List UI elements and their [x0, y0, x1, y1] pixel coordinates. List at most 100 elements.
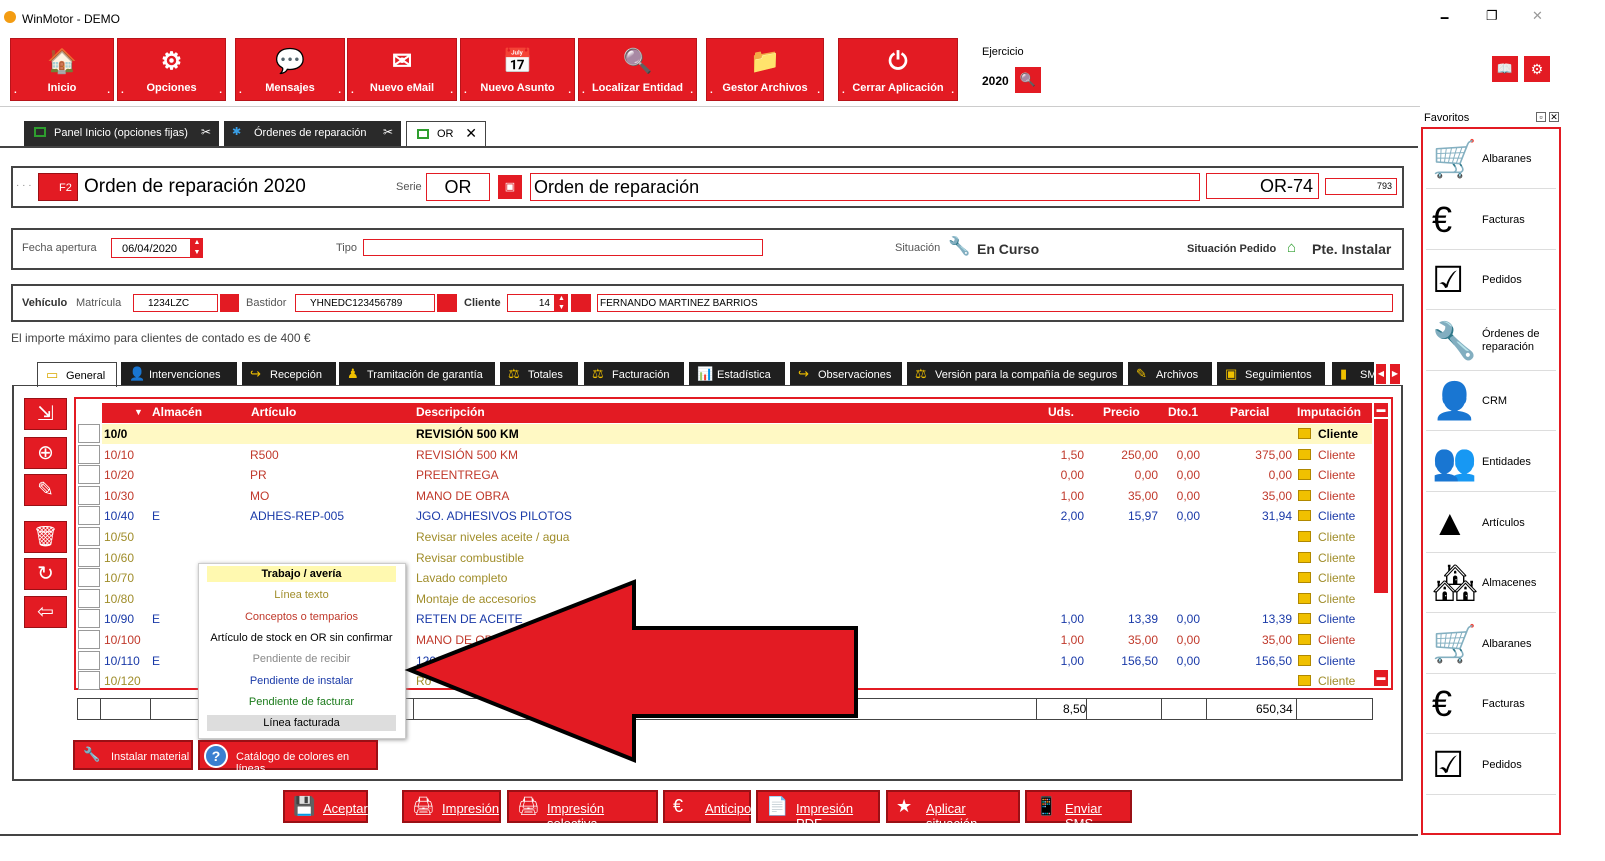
row-selector[interactable] — [78, 485, 100, 505]
tab-or[interactable]: OR ✕ — [406, 121, 486, 146]
cliente-num-field[interactable]: 14 — [507, 294, 555, 312]
toolbar-button-nuevo-email[interactable]: ✉ Nuevo eMail.. — [347, 38, 457, 101]
favorito-pedidos[interactable]: ☑ Pedidos — [1426, 252, 1556, 311]
favoritos-close-icon[interactable]: ✕ — [1549, 112, 1559, 122]
tab-panel-inicio[interactable]: Panel Inicio (opciones fijas) ✂ — [24, 121, 219, 146]
bottom-button-aplicar-situaci-n[interactable]: ★ Aplicar situación — [886, 790, 1020, 831]
favorito-albaranes[interactable]: 🛒 Albaranes — [1426, 131, 1556, 189]
delete-line-button[interactable]: 🗑 — [24, 521, 67, 553]
scroll-thumb[interactable] — [1374, 419, 1388, 593]
minimize-button[interactable]: 🗕 — [1440, 8, 1449, 30]
row-selector[interactable] — [78, 424, 100, 443]
fecha-spinner[interactable]: ▲ ▼ — [191, 238, 203, 258]
close-button[interactable]: ✕ — [1532, 8, 1543, 24]
row-selector[interactable] — [78, 568, 100, 588]
toolbar-button-nuevo-asunto[interactable]: 📅 Nuevo Asunto.. — [460, 38, 575, 101]
book-icon-button[interactable]: 📖 — [1492, 56, 1518, 82]
bottom-button-impresi-n-pdf[interactable]: 📄 Impresión PDF — [756, 790, 880, 831]
subtab-tramitaci-n-de-garant-a[interactable]: ♟ Tramitación de garantía — [339, 362, 495, 386]
table-row[interactable]: 10/30 MO MANO DE OBRA 1,00 35,00 0,00 35,00 Cli… — [102, 486, 1372, 506]
table-row[interactable]: 10/20 PR PREENTREGA 0,00 0,00 0,00 0,00 Cliente — [102, 465, 1372, 485]
table-row[interactable]: 10/10 R500 REVISIÓN 500 KM 1,50 250,00 0,00 37… — [102, 445, 1372, 465]
exit-line-button[interactable]: ⇦ — [24, 596, 67, 628]
bottom-button-anticipo[interactable]: € Anticipo — [663, 790, 751, 823]
col-almacen[interactable]: Almacén — [152, 405, 202, 419]
add-line-button[interactable]: ⊕ — [24, 437, 67, 469]
favorito--rdenes-de-reparaci-n[interactable]: 🔧 Órdenes de reparación — [1426, 313, 1556, 371]
subtab-estad-stica[interactable]: 📊 Estadística — [689, 362, 785, 386]
col-uds[interactable]: Uds. — [1048, 405, 1074, 419]
subtab-scroll-right[interactable]: ▶ — [1390, 364, 1400, 384]
subtab-scroll-left[interactable]: ◀ — [1376, 364, 1386, 384]
bottom-button-aceptar[interactable]: 💾 Aceptar — [283, 790, 368, 823]
row-selector[interactable] — [78, 444, 100, 464]
instalar-material-button[interactable]: 🔧 Instalar material — [73, 740, 193, 770]
grid-scrollbar[interactable]: ▬ ▬ — [1374, 403, 1388, 686]
col-precio[interactable]: Precio — [1103, 405, 1140, 419]
cliente-name-field[interactable]: FERNANDO MARTINEZ BARRIOS — [597, 294, 1393, 312]
subtab-seguimientos[interactable]: ▣ Seguimientos — [1217, 362, 1325, 386]
cliente-lookup-button[interactable] — [571, 294, 591, 312]
bastidor-field[interactable]: YHNEDC123456789 — [295, 294, 435, 312]
favorito-albaranes[interactable]: 🛒 Albaranes — [1426, 616, 1556, 674]
toolbar-button-gestor-archivos[interactable]: 📁 Gestor Archivos.. — [706, 38, 824, 101]
favorito-almacenes[interactable]: 🏘 Almacenes — [1426, 555, 1556, 614]
tab-ordenes[interactable]: ✱ Órdenes de reparación ✂ — [224, 121, 401, 146]
bottom-button-impresi-n-selectiva[interactable]: 🖨 Impresión selectiva — [507, 790, 658, 831]
col-dto[interactable]: Dto.1 — [1168, 405, 1198, 419]
matricula-lookup-button[interactable] — [220, 294, 239, 312]
subtab-general[interactable]: ▭ General — [37, 362, 117, 387]
row-selector[interactable] — [78, 527, 100, 546]
subtab-versi-n-para-la-compa-a-de-seguros[interactable]: ⚖ Versión para la compañía de seguros — [907, 362, 1123, 386]
ejercicio-search-button[interactable]: 🔍 — [1015, 67, 1041, 93]
matricula-field[interactable]: 1234LZC — [133, 294, 218, 312]
subtab-sm[interactable]: ▮ SM — [1332, 362, 1377, 386]
more-dots[interactable]: · · · — [16, 180, 32, 191]
favorito-art-culos[interactable]: ▲ Artículos — [1426, 495, 1556, 553]
catalogo-colores-button[interactable]: ? Catálogo de colores en líneas — [198, 740, 378, 775]
tipo-field[interactable] — [363, 239, 763, 256]
subtab-recepci-n[interactable]: ↪ Recepción — [242, 362, 336, 386]
favorito-entidades[interactable]: 👥 Entidades — [1426, 434, 1556, 492]
toolbar-button-opciones[interactable]: ⚙ Opciones.. — [117, 38, 226, 101]
serie-field[interactable]: OR — [426, 173, 490, 201]
favoritos-pin-icon[interactable]: ▫ — [1536, 112, 1546, 122]
subtab-archivos[interactable]: ✎ Archivos — [1128, 362, 1212, 386]
maximize-button[interactable]: ❐ — [1486, 8, 1498, 24]
pin-icon[interactable]: ✂ — [383, 125, 393, 139]
sort-arrow-icon[interactable]: ▼ — [134, 407, 143, 417]
row-selector[interactable] — [78, 609, 100, 629]
row-selector[interactable] — [78, 465, 100, 485]
edit-line-button[interactable]: ✎ — [24, 474, 67, 506]
bastidor-lookup-button[interactable] — [437, 294, 457, 312]
row-selector[interactable] — [78, 506, 100, 526]
favorito-pedidos[interactable]: ☑ Pedidos — [1426, 737, 1556, 795]
cliente-spinner[interactable]: ▲ ▼ — [555, 294, 568, 312]
subtab-intervenciones[interactable]: 👤 Intervenciones — [121, 362, 237, 386]
row-selector[interactable] — [78, 630, 100, 649]
toolbar-button-inicio[interactable]: 🏠 Inicio.. — [10, 38, 114, 101]
row-selector[interactable] — [78, 588, 100, 608]
row-selector[interactable] — [78, 547, 100, 567]
table-row[interactable]: 10/50 Revisar niveles aceite / agua Client… — [102, 527, 1372, 547]
fecha-field[interactable]: 06/04/2020 — [111, 238, 191, 258]
row-selector[interactable] — [78, 650, 100, 670]
serie-lookup-button[interactable]: ▣ — [498, 175, 522, 199]
favorito-facturas[interactable]: € Facturas — [1426, 676, 1556, 735]
description-field[interactable]: Orden de reparación — [530, 173, 1200, 201]
tree-structure-button[interactable]: ⇲ — [24, 398, 67, 430]
col-articulo[interactable]: Artículo — [251, 405, 296, 419]
col-imputacion[interactable]: Imputación — [1297, 405, 1361, 419]
table-row[interactable]: 10/0 REVISIÓN 500 KM Cliente — [102, 424, 1372, 444]
bottom-button-enviar-sms[interactable]: 📱 Enviar SMS — [1025, 790, 1132, 831]
close-tab-icon[interactable]: ✕ — [465, 125, 477, 142]
scroll-up-button[interactable]: ▬ — [1374, 403, 1388, 417]
subtab-totales[interactable]: ⚖ Totales — [500, 362, 578, 386]
settings-gear-button[interactable]: ⚙ — [1524, 56, 1550, 82]
col-parcial[interactable]: Parcial — [1230, 405, 1269, 419]
favorito-facturas[interactable]: € Facturas — [1426, 192, 1556, 250]
subtab-observaciones[interactable]: ↪ Observaciones — [790, 362, 902, 386]
subtab-facturaci-n[interactable]: ⚖ Facturación — [584, 362, 684, 386]
toolbar-button-cerrar-aplicaci-n[interactable]: ⏻ Cerrar Aplicación.. — [838, 38, 958, 101]
row-selector[interactable] — [78, 671, 100, 691]
